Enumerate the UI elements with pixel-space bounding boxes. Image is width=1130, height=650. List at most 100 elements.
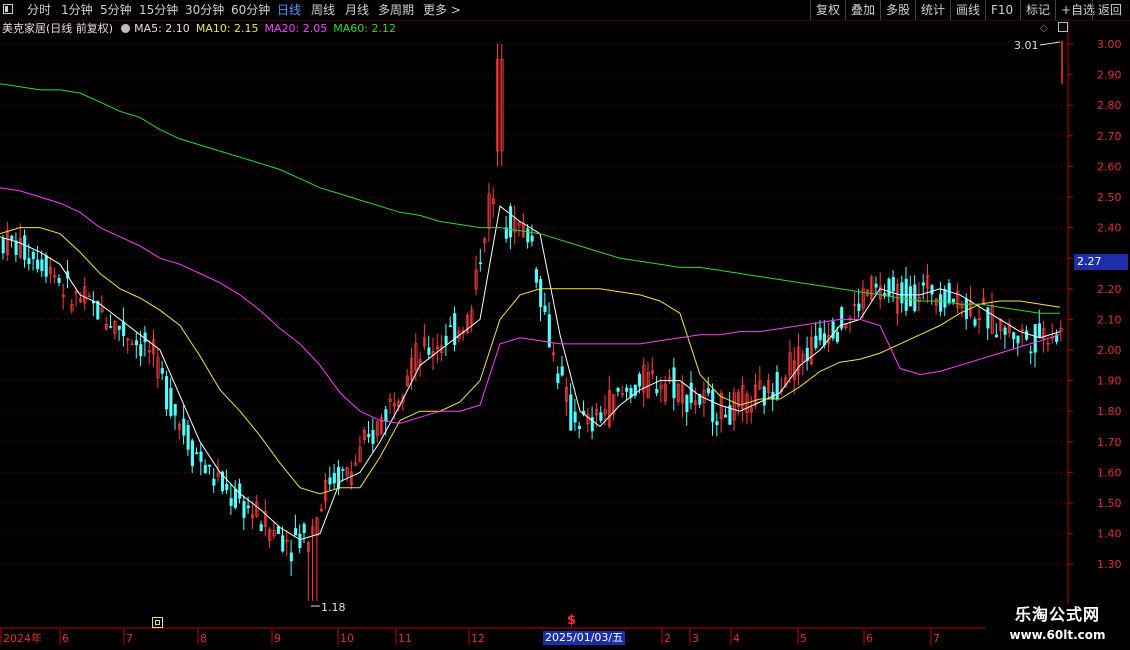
candle-down — [57, 277, 61, 283]
candle-down — [478, 262, 483, 265]
candle-down — [534, 269, 538, 283]
candle-down — [186, 425, 190, 450]
candle-down — [947, 283, 951, 304]
candle-down — [569, 394, 573, 431]
candle-down — [943, 289, 947, 308]
candle-down — [994, 334, 999, 338]
statistics-button[interactable]: 统计 — [915, 0, 951, 20]
candle-down — [706, 388, 710, 394]
panel-toggle-icon[interactable] — [1057, 22, 1068, 32]
draw-line-button[interactable]: 画线 — [950, 0, 986, 20]
candle-down — [225, 483, 229, 491]
tab-more[interactable]: 更多 > — [423, 0, 461, 20]
candle-down — [371, 430, 375, 444]
candle-down — [36, 259, 40, 270]
tab-1min[interactable]: 1分钟 — [61, 0, 93, 20]
date-label: 5 — [800, 632, 807, 645]
candle-down — [448, 325, 452, 328]
date-label: 6 — [866, 632, 873, 645]
candle-down — [10, 235, 14, 241]
candle-down — [212, 478, 216, 486]
tab-weekly[interactable]: 周线 — [311, 0, 335, 20]
f10-button[interactable]: F10 — [985, 0, 1020, 20]
candle-down — [109, 325, 113, 328]
candle-down — [289, 552, 293, 562]
date-label: 3 — [692, 632, 699, 645]
settings-circle-icon[interactable] — [121, 24, 131, 33]
tab-60min[interactable]: 60分钟 — [231, 0, 270, 20]
high-label: 3.01 — [1014, 39, 1039, 52]
candle-down — [444, 335, 448, 345]
price-label: 2.50 — [1097, 191, 1122, 204]
candle-down — [685, 395, 689, 413]
low-annotation: 1.18 — [311, 601, 346, 614]
chart-corner-icons: ◇ — [1040, 22, 1068, 34]
candle-down — [818, 327, 822, 341]
candle-down — [246, 505, 250, 509]
candle-down — [638, 374, 642, 387]
date-axis: 2024年 6 7 8 9 10 11 12 2 3 4 5 6 7 — [0, 629, 940, 645]
candle-down — [242, 501, 246, 518]
candle-down — [281, 535, 285, 552]
candle-down — [939, 294, 943, 312]
price-label: 2.10 — [1097, 313, 1122, 326]
candle-down — [504, 227, 508, 239]
date-label: 4 — [733, 632, 740, 645]
candle-down — [195, 452, 199, 455]
tab-30min[interactable]: 30分钟 — [185, 0, 224, 20]
event-marker-icon[interactable] — [152, 617, 163, 628]
candle-down — [874, 283, 878, 288]
multi-stock-button[interactable]: 多股 — [880, 0, 916, 20]
stock-title: 美克家居(日线 前复权) — [2, 22, 114, 35]
kline-chart[interactable]: 3.002.902.802.702.602.502.402.302.202.10… — [0, 0, 1130, 650]
candle-down — [31, 251, 35, 260]
tab-monthly[interactable]: 月线 — [345, 0, 369, 20]
candle-down — [238, 483, 242, 499]
candle-down — [1003, 327, 1007, 335]
candle-down — [294, 528, 298, 536]
candle-down — [160, 368, 164, 374]
back-button[interactable]: 返回 — [1092, 0, 1130, 20]
candle-down — [530, 235, 534, 242]
overlay-button[interactable]: 叠加 — [845, 0, 881, 20]
adjust-button[interactable]: 复权 — [810, 0, 846, 20]
candle-down — [1033, 324, 1037, 353]
tab-multi-period[interactable]: 多周期 — [378, 0, 414, 20]
price-label: 2.40 — [1097, 222, 1122, 235]
current-price-badge: 2.27 — [1074, 254, 1128, 270]
price-label: 1.60 — [1097, 466, 1122, 479]
tab-daily[interactable]: 日线 — [277, 0, 301, 20]
price-label: 2.00 — [1097, 344, 1122, 357]
add-watchlist-button[interactable]: +自选 — [1055, 0, 1095, 20]
candle-down — [625, 387, 629, 392]
price-label: 1.30 — [1097, 558, 1122, 571]
tab-5min[interactable]: 5分钟 — [100, 0, 132, 20]
candle-down — [715, 421, 719, 426]
candle-down — [930, 285, 934, 295]
candle-down — [951, 298, 956, 303]
candle-down — [556, 373, 560, 384]
candle-down — [165, 376, 169, 410]
date-label: 10 — [340, 632, 354, 645]
watermark: 乐淘公式网 www.60lt.com — [985, 604, 1130, 650]
candle-down — [616, 387, 620, 392]
candle-down — [1029, 351, 1033, 354]
candle-down — [40, 259, 44, 272]
candle-down — [259, 524, 263, 532]
candle-down — [190, 440, 194, 466]
watermark-title: 乐淘公式网 — [1014, 605, 1100, 624]
candle-down — [913, 284, 917, 312]
mark-button[interactable]: 标记 — [1020, 0, 1056, 20]
candle-down — [1025, 330, 1029, 340]
period-toolbar: 分时 1分钟 5分钟 15分钟 30分钟 60分钟 日线 周线 月线 多周期 更… — [0, 0, 1130, 21]
candle-down — [298, 533, 302, 548]
tab-timeshare[interactable]: 分时 — [27, 0, 51, 20]
candle-down — [208, 464, 212, 467]
diamond-icon[interactable]: ◇ — [1040, 23, 1048, 34]
tab-15min[interactable]: 15分钟 — [139, 0, 178, 20]
candle-down — [577, 425, 581, 429]
window-icon[interactable] — [3, 4, 13, 14]
dividend-marker-icon[interactable]: $ — [567, 613, 576, 628]
candle-down — [543, 305, 547, 313]
price-label: 1.70 — [1097, 436, 1122, 449]
